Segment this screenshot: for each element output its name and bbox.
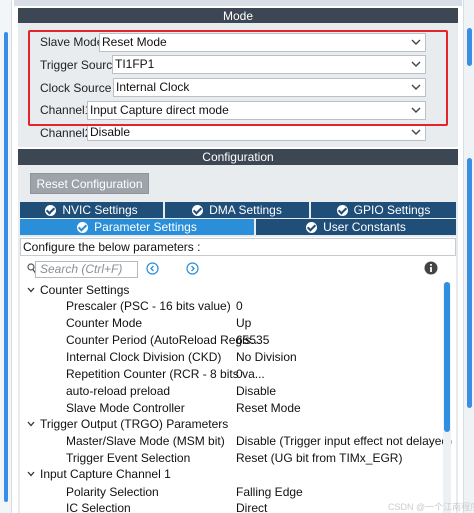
check-circle-icon: [45, 204, 57, 216]
right-scrollbar-thumb-top[interactable]: [467, 28, 472, 66]
group-counter-settings: Counter Settings: [40, 283, 130, 297]
highlight-box: [28, 30, 448, 126]
tab-label: User Constants: [323, 220, 406, 234]
param-name: Repetition Counter (RCR - 8 bits va...: [66, 367, 265, 381]
parameters-description: Configure the below parameters :: [20, 238, 456, 256]
param-value[interactable]: 0: [236, 298, 243, 314]
param-value[interactable]: 0: [236, 366, 243, 382]
tab-row-top: NVIC Settings DMA Settings GPIO Settings: [20, 202, 456, 218]
check-circle-icon: [77, 221, 89, 233]
right-scroll-strip: [463, 0, 474, 513]
left-scrollbar-thumb[interactable]: [4, 32, 8, 502]
group-input-capture-channel1: Input Capture Channel 1: [40, 467, 171, 481]
parameter-scrollbar[interactable]: [443, 282, 451, 513]
tab-user-constants[interactable]: User Constants: [256, 219, 456, 235]
param-name: auto-reload preload: [66, 384, 171, 398]
chevron-down-icon: [411, 129, 421, 135]
right-scrollbar-thumb-bottom[interactable]: [467, 158, 472, 408]
param-value[interactable]: No Division: [236, 349, 297, 365]
search-input[interactable]: Search (Ctrl+F): [35, 261, 138, 278]
param-name: Polarity Selection: [66, 485, 159, 499]
mode-section-header: Mode: [18, 8, 458, 24]
tab-label: GPIO Settings: [353, 203, 431, 217]
channel2-select[interactable]: Disable: [87, 124, 426, 141]
param-value[interactable]: Falling Edge: [236, 484, 303, 500]
group-trigger-output: Trigger Output (TRGO) Parameters: [40, 417, 229, 431]
tab-nvic-settings[interactable]: NVIC Settings: [20, 202, 163, 218]
param-name: Counter Mode: [66, 316, 143, 330]
reset-configuration-button[interactable]: Reset Configuration: [30, 173, 149, 194]
tab-label: Parameter Settings: [94, 220, 197, 234]
param-value[interactable]: Disable: [236, 383, 276, 399]
param-name: Trigger Event Selection: [66, 451, 191, 465]
expand-caret-icon[interactable]: [27, 471, 35, 477]
previous-result-icon[interactable]: [146, 262, 159, 275]
next-result-icon[interactable]: [186, 262, 199, 275]
param-name: Internal Clock Division (CKD): [66, 350, 222, 364]
channel2-label: Channel2: [40, 126, 92, 140]
param-name: Counter Period (AutoReload Regis...: [66, 333, 261, 347]
tab-label: DMA Settings: [209, 203, 282, 217]
watermark-text: CSDN @一个江南程序: [388, 502, 474, 512]
check-circle-icon: [336, 204, 348, 216]
param-name: Master/Slave Mode (MSM bit): [66, 434, 225, 448]
tab-label: NVIC Settings: [62, 203, 138, 217]
check-circle-icon: [306, 221, 318, 233]
tab-parameter-settings[interactable]: Parameter Settings: [20, 219, 254, 235]
channel2-value: Disable: [90, 125, 131, 139]
param-value[interactable]: Reset Mode: [236, 400, 301, 416]
configuration-section-header: Configuration: [18, 149, 458, 165]
tab-gpio-settings[interactable]: GPIO Settings: [311, 202, 456, 218]
top-divider: [14, 0, 462, 6]
parameter-scrollbar-thumb[interactable]: [444, 282, 450, 432]
check-circle-icon: [192, 204, 204, 216]
param-name: Slave Mode Controller: [66, 401, 185, 415]
tab-divider: [163, 202, 165, 218]
info-icon[interactable]: [424, 261, 438, 275]
param-value[interactable]: Disable (Trigger input effect not delaye…: [236, 433, 452, 449]
expand-caret-icon[interactable]: [27, 421, 35, 427]
left-scroll-strip: [0, 0, 12, 513]
stm32-timer-config-window: Mode Slave Mode Reset Mode Trigger Sourc…: [0, 0, 474, 513]
param-value[interactable]: Up: [236, 315, 251, 331]
param-name: Prescaler (PSC - 16 bits value): [66, 299, 231, 313]
tab-divider: [309, 202, 311, 218]
param-name: IC Selection: [66, 501, 131, 513]
param-value[interactable]: Direct: [236, 500, 267, 513]
expand-caret-icon[interactable]: [27, 287, 35, 293]
param-value[interactable]: Reset (UG bit from TIMx_EGR): [236, 450, 402, 466]
tab-row-bottom: Parameter Settings User Constants: [20, 219, 456, 235]
tab-dma-settings[interactable]: DMA Settings: [165, 202, 309, 218]
param-value[interactable]: 65535: [236, 332, 269, 348]
